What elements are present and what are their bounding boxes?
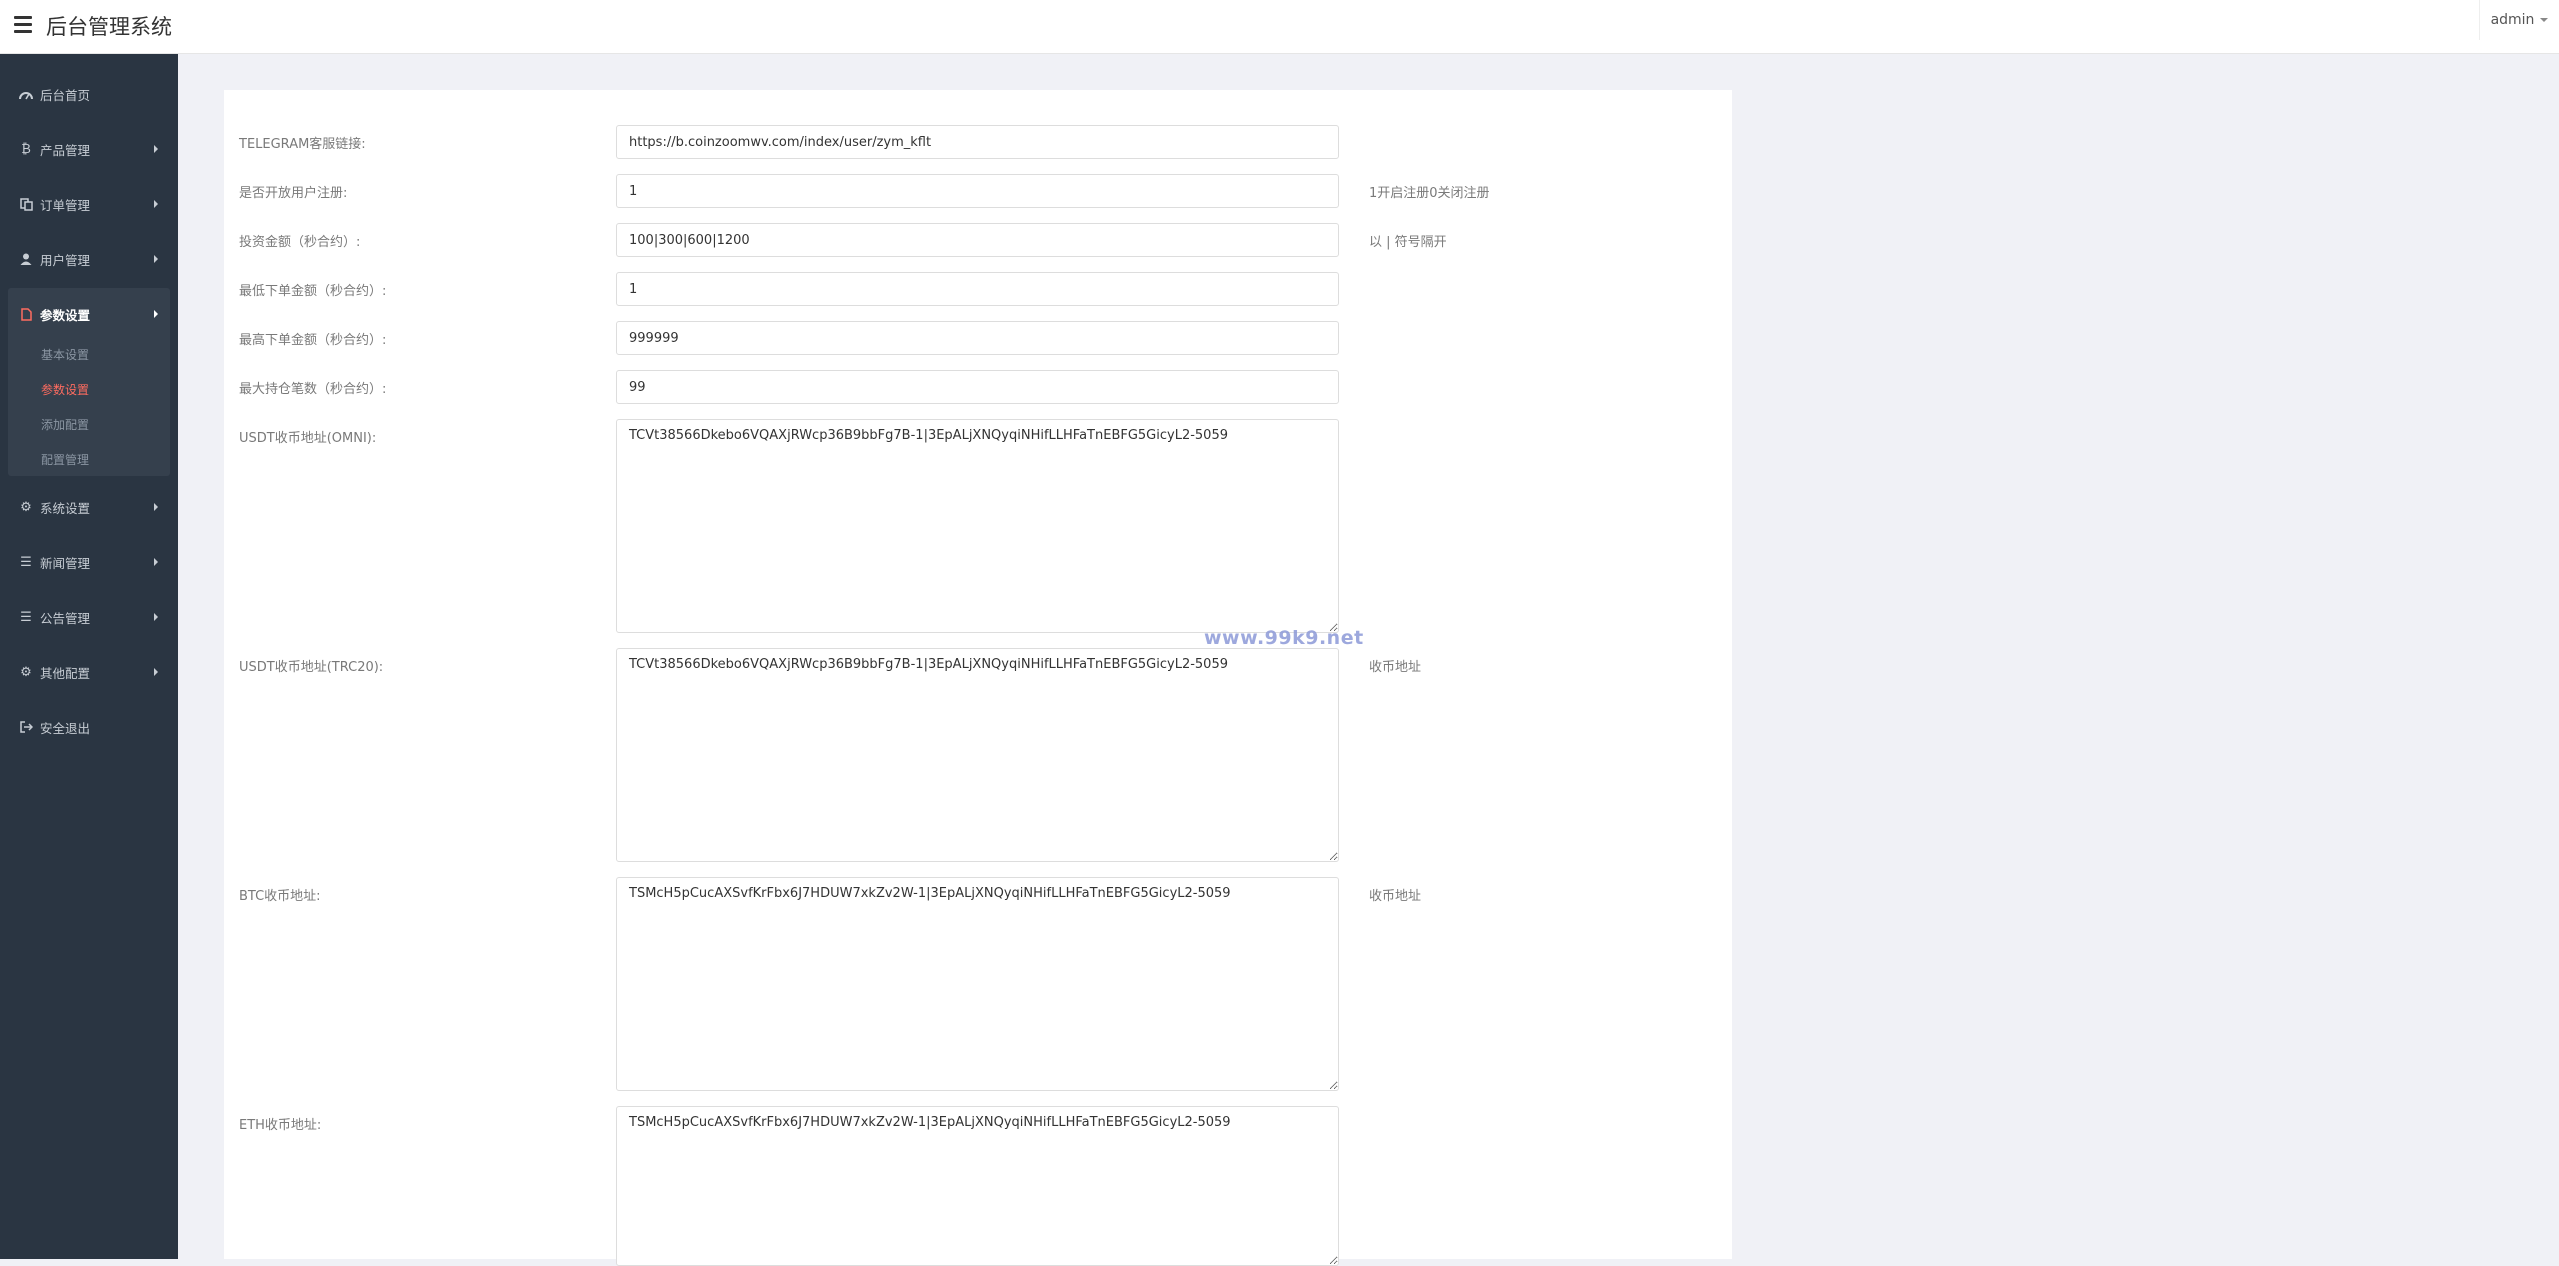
field-help-usdt-trc20: 收币地址 xyxy=(1369,660,1422,675)
sidebar-item-news[interactable]: ☰ 新闻管理 xyxy=(0,540,178,584)
field-label-invest-amount: 投资金额（秒合约）: xyxy=(239,235,361,250)
copy-icon xyxy=(19,197,33,211)
app-title: 后台管理系统 xyxy=(46,15,172,39)
chevron-right-icon xyxy=(154,613,158,621)
usdt-trc20-address-textarea[interactable]: TCVt38566Dkebo6VQAXjRWcp36B9bbFg7B-1|3Ep… xyxy=(616,648,1339,862)
sidebar-item-system[interactable]: ⚙ 系统设置 xyxy=(0,485,178,529)
submenu-item-config-manage[interactable]: 配置管理 xyxy=(41,451,89,468)
field-label-usdt-trc20: USDT收币地址(TRC20): xyxy=(239,660,384,675)
top-header: 后台管理系统 admin xyxy=(0,0,2559,54)
sign-out-icon xyxy=(19,720,33,734)
sidebar-item-users[interactable]: 用户管理 xyxy=(0,237,178,281)
list-icon: ☰ xyxy=(20,554,32,570)
chevron-right-icon xyxy=(154,668,158,676)
sidebar-item-label: 用户管理 xyxy=(40,252,91,268)
field-help-btc: 收币地址 xyxy=(1369,889,1422,904)
sidebar-item-logout[interactable]: 安全退出 xyxy=(0,705,178,749)
submenu-item-basic[interactable]: 基本设置 xyxy=(41,346,89,363)
sidebar-item-orders[interactable]: 订单管理 xyxy=(0,182,178,226)
field-label-max-positions: 最大持仓笔数（秒合约）: xyxy=(239,382,387,397)
submenu-item-add-config[interactable]: 添加配置 xyxy=(41,416,89,433)
sidebar-item-products[interactable]: ₿ 产品管理 xyxy=(0,127,178,171)
sidebar-item-label: 参数设置 xyxy=(40,307,91,323)
settings-form-panel: TELEGRAM客服链接: 是否开放用户注册: 1开启注册0关闭注册 投资金额（… xyxy=(224,90,1732,1266)
sidebar-item-announcements[interactable]: ☰ 公告管理 xyxy=(0,595,178,639)
chevron-right-icon xyxy=(154,145,158,153)
chevron-right-icon xyxy=(154,558,158,566)
field-label-open-register: 是否开放用户注册: xyxy=(239,186,348,201)
gear-icon: ⚙ xyxy=(20,664,32,680)
field-label-min-order: 最低下单金额（秒合约）: xyxy=(239,284,387,299)
invest-amount-input[interactable] xyxy=(616,223,1339,257)
sidebar-item-label: 产品管理 xyxy=(40,142,91,158)
field-label-telegram: TELEGRAM客服链接: xyxy=(239,137,366,152)
submenu-item-params[interactable]: 参数设置 xyxy=(41,381,89,398)
watermark-text: www.99k9.net xyxy=(1204,627,1364,649)
chevron-right-icon xyxy=(154,200,158,208)
min-order-input[interactable] xyxy=(616,272,1339,306)
sidebar-item-label: 其他配置 xyxy=(40,665,91,681)
list-icon: ☰ xyxy=(20,609,32,625)
field-label-usdt-omni: USDT收币地址(OMNI): xyxy=(239,431,377,446)
sidebar-item-other-config[interactable]: ⚙ 其他配置 xyxy=(0,650,178,694)
bitcoin-icon: ₿ xyxy=(21,142,31,157)
menu-toggle-icon[interactable] xyxy=(14,16,32,34)
sidebar-item-label: 订单管理 xyxy=(40,197,91,213)
field-label-btc: BTC收币地址: xyxy=(239,889,321,904)
user-icon xyxy=(19,252,33,266)
gears-icon: ⚙ xyxy=(20,499,32,515)
username: admin xyxy=(2490,12,2535,28)
field-help-open-register: 1开启注册0关闭注册 xyxy=(1369,186,1490,201)
max-order-input[interactable] xyxy=(616,321,1339,355)
sidebar-item-params[interactable]: 参数设置 xyxy=(0,292,178,336)
chevron-down-icon xyxy=(2540,18,2549,22)
chevron-right-icon xyxy=(154,255,158,263)
sidebar-item-label: 公告管理 xyxy=(40,610,91,626)
field-label-eth: ETH收币地址: xyxy=(239,1118,322,1133)
user-dropdown[interactable]: admin xyxy=(2479,0,2559,40)
btc-address-textarea[interactable]: TSMcH5pCucAXSvfKrFbx6J7HDUW7xkZv2W-1|3Ep… xyxy=(616,877,1339,1091)
sidebar: 后台首页 ₿ 产品管理 订单管理 用户管理 参数设置 基本设置 参数设置 添加配… xyxy=(0,54,178,1259)
open-register-input[interactable] xyxy=(616,174,1339,208)
chevron-right-icon xyxy=(154,310,158,318)
sidebar-item-label: 系统设置 xyxy=(40,500,91,516)
usdt-omni-address-textarea[interactable]: TCVt38566Dkebo6VQAXjRWcp36B9bbFg7B-1|3Ep… xyxy=(616,419,1339,633)
field-help-invest-amount: 以 | 符号隔开 xyxy=(1369,235,1447,250)
sidebar-item-label: 安全退出 xyxy=(40,720,91,736)
field-label-max-order: 最高下单金额（秒合约）: xyxy=(239,333,387,348)
sidebar-item-dashboard[interactable]: 后台首页 xyxy=(0,72,178,116)
sidebar-item-label: 新闻管理 xyxy=(40,555,91,571)
sidebar-item-label: 后台首页 xyxy=(40,87,91,103)
telegram-link-input[interactable] xyxy=(616,125,1339,159)
dashboard-icon xyxy=(19,87,33,101)
max-positions-input[interactable] xyxy=(616,370,1339,404)
file-icon xyxy=(19,307,33,321)
eth-address-textarea[interactable]: TSMcH5pCucAXSvfKrFbx6J7HDUW7xkZv2W-1|3Ep… xyxy=(616,1106,1339,1266)
chevron-right-icon xyxy=(154,503,158,511)
